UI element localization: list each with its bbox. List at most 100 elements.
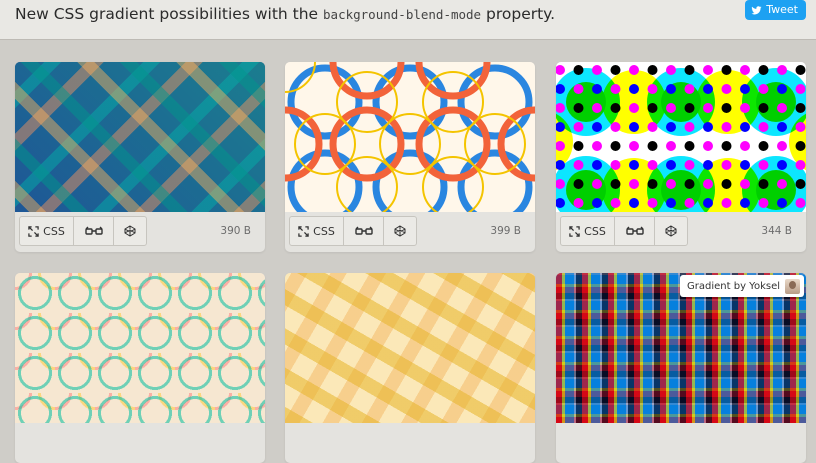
- pattern-dot: [666, 179, 676, 189]
- pattern-dot: [592, 65, 602, 75]
- pattern-dot: [647, 84, 658, 94]
- pattern-dot: [647, 141, 658, 151]
- css-button[interactable]: CSS: [290, 217, 344, 245]
- pattern-dot: [795, 198, 806, 208]
- preview-button[interactable]: [74, 217, 114, 245]
- gradient-card: [15, 273, 265, 463]
- gradient-card: CSS 344 B: [556, 62, 806, 252]
- pattern-dot: [573, 198, 584, 208]
- pattern-dot: [721, 141, 732, 151]
- pattern-dot: [666, 141, 676, 151]
- pattern-dot: [758, 122, 769, 132]
- pattern-dot: [610, 160, 621, 170]
- css-button-label: CSS: [584, 224, 606, 238]
- gradient-preview[interactable]: [285, 273, 535, 423]
- pattern-dot: [573, 179, 584, 189]
- pattern-dot: [740, 160, 750, 170]
- codepen-button[interactable]: [655, 217, 687, 245]
- headline-text-end: property.: [481, 5, 556, 23]
- ring-pattern: [285, 62, 535, 225]
- expand-arrows-icon: [569, 225, 580, 237]
- pattern-dot: [610, 141, 621, 151]
- pattern-dot: [573, 160, 584, 170]
- pattern-dot: [592, 122, 602, 132]
- gradient-preview[interactable]: [556, 62, 806, 224]
- pattern-dot: [684, 179, 695, 189]
- pattern-dot: [592, 141, 602, 151]
- pattern-dot: [573, 65, 584, 75]
- pattern-dot: [777, 122, 787, 132]
- pattern-dot: [795, 84, 806, 94]
- pattern-dot: [629, 65, 639, 75]
- card-toolbar: CSS: [19, 216, 147, 246]
- author-tag[interactable]: Gradient by Yoksel: [680, 275, 804, 297]
- gradient-preview[interactable]: [15, 273, 265, 423]
- headline-text-start: New CSS gradient possibilities with the: [15, 5, 324, 23]
- pattern-dot: [703, 84, 713, 94]
- pattern-dot: [684, 122, 695, 132]
- css-button-label: CSS: [43, 224, 65, 238]
- tweet-button[interactable]: Tweet: [745, 0, 806, 20]
- pattern-dot: [795, 160, 806, 170]
- tweet-label: Tweet: [766, 3, 798, 16]
- pattern-dot: [647, 160, 658, 170]
- pattern-dot: [573, 84, 584, 94]
- preview-button[interactable]: [344, 217, 384, 245]
- css-button[interactable]: CSS: [20, 217, 74, 245]
- gradient-card: CSS 399 B: [285, 62, 535, 252]
- pattern-dot: [721, 198, 732, 208]
- pattern-dot: [740, 103, 750, 113]
- pattern-dot: [777, 84, 787, 94]
- headline-code: background-blend-mode: [323, 7, 482, 22]
- pattern-dot: [758, 141, 769, 151]
- codepen-button[interactable]: [114, 217, 146, 245]
- file-size: 390 B: [220, 225, 251, 237]
- avatar: [785, 278, 800, 294]
- pattern-dot: [684, 160, 695, 170]
- pattern-dot: [777, 160, 787, 170]
- pattern-dot: [647, 198, 658, 208]
- pattern-dot: [610, 65, 621, 75]
- pattern-dot: [795, 122, 806, 132]
- codepen-button[interactable]: [384, 217, 416, 245]
- css-button[interactable]: CSS: [561, 217, 615, 245]
- gradient-preview[interactable]: [15, 62, 265, 212]
- pattern-dot: [647, 65, 658, 75]
- pattern-dot: [795, 103, 806, 113]
- pattern-dot: [721, 65, 732, 75]
- pattern-dot: [592, 84, 602, 94]
- pattern-dot: [777, 103, 787, 113]
- page-headline: New CSS gradient possibilities with the …: [15, 4, 555, 25]
- pattern-dot: [758, 65, 769, 75]
- pattern-dot: [721, 122, 732, 132]
- gradient-card: CSS 390 B: [15, 62, 265, 252]
- card-toolbar: CSS: [289, 216, 417, 246]
- pattern-dot: [703, 141, 713, 151]
- pattern-dot: [684, 141, 695, 151]
- 3d-glasses-icon: [354, 226, 373, 235]
- gradient-card: [285, 273, 535, 463]
- codepen-icon: [124, 225, 136, 237]
- pattern-dot: [777, 198, 787, 208]
- pattern-dot: [740, 122, 750, 132]
- pattern-dot: [666, 84, 676, 94]
- gradient-card: Gradient by Yoksel: [556, 273, 806, 463]
- gradient-preview[interactable]: [285, 62, 535, 225]
- pattern-dot: [610, 198, 621, 208]
- pattern-dot: [740, 141, 750, 151]
- pattern-dot: [610, 84, 621, 94]
- pattern-dot: [592, 198, 602, 208]
- 3d-glasses-icon: [84, 226, 103, 235]
- pattern-dot: [573, 141, 584, 151]
- 3d-glasses-icon: [625, 226, 644, 235]
- pattern-dot: [740, 198, 750, 208]
- pattern-dot: [795, 179, 806, 189]
- header-bar: New CSS gradient possibilities with the …: [0, 0, 816, 40]
- pattern-dot: [740, 179, 750, 189]
- pattern-dot: [758, 160, 769, 170]
- pattern-dot: [629, 103, 639, 113]
- preview-button[interactable]: [615, 217, 655, 245]
- author-label: Gradient by Yoksel: [687, 280, 780, 292]
- pattern-dot: [703, 160, 713, 170]
- pattern-dot: [703, 122, 713, 132]
